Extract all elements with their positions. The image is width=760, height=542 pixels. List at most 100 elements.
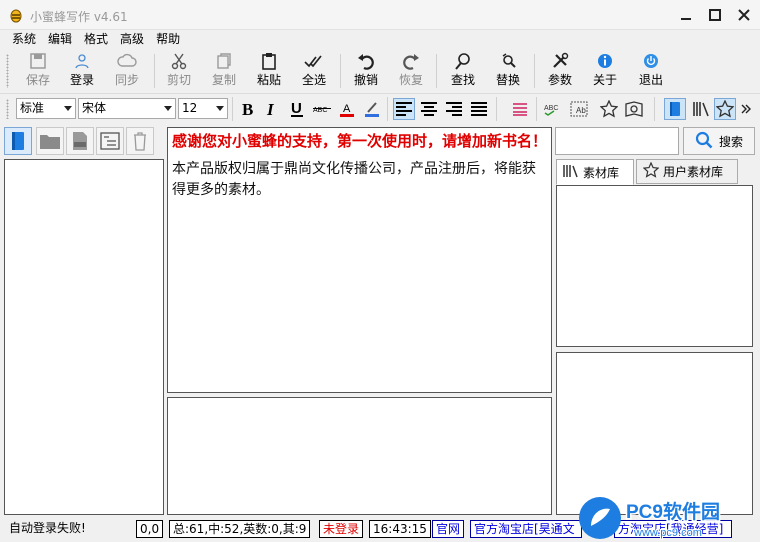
menu-format[interactable]: 格式 bbox=[78, 30, 114, 48]
redo-button[interactable]: 恢复 bbox=[391, 50, 431, 92]
notes-panel[interactable] bbox=[167, 397, 552, 515]
svg-text:I: I bbox=[266, 101, 275, 117]
toolbar-separator bbox=[654, 97, 655, 121]
cut-button[interactable]: 剪切 bbox=[159, 50, 199, 92]
find-label: 查找 bbox=[450, 73, 475, 87]
favorite-star-icon[interactable] bbox=[714, 98, 736, 120]
book-tree-panel[interactable] bbox=[4, 159, 164, 515]
svg-text:U: U bbox=[291, 100, 302, 117]
chevron-down-icon bbox=[212, 99, 227, 118]
toolbar-separator bbox=[534, 54, 535, 88]
material-preview-panel[interactable] bbox=[556, 352, 753, 515]
maximize-button[interactable] bbox=[701, 0, 729, 30]
login-button[interactable]: 登录 bbox=[62, 50, 102, 92]
font-color-button[interactable]: A bbox=[336, 98, 358, 120]
copy-button[interactable]: 复制 bbox=[204, 50, 244, 92]
menu-help[interactable]: 帮助 bbox=[150, 30, 186, 48]
bold-button[interactable]: B bbox=[237, 98, 259, 120]
material-list-panel[interactable] bbox=[556, 185, 753, 347]
text-format-button[interactable]: Ab bbox=[568, 98, 590, 120]
login-status[interactable]: 未登录 bbox=[319, 520, 364, 538]
justify-button[interactable] bbox=[468, 98, 490, 120]
menu-bar: 系统 编辑 格式 高级 帮助 bbox=[0, 30, 760, 48]
redo-label: 恢复 bbox=[398, 73, 423, 87]
toolbar-grip[interactable] bbox=[6, 99, 9, 119]
sync-label: 同步 bbox=[114, 73, 139, 87]
params-button[interactable]: 参数 bbox=[540, 50, 580, 92]
tab-label: 用户素材库 bbox=[663, 165, 724, 179]
book-tools bbox=[4, 127, 164, 157]
tab-user-material-library[interactable]: 用户素材库 bbox=[636, 159, 738, 184]
svg-text:A: A bbox=[343, 103, 351, 115]
trash-icon[interactable] bbox=[126, 127, 154, 155]
style-value: 标准 bbox=[20, 101, 45, 115]
font-size-select[interactable]: 12 bbox=[178, 98, 228, 119]
outline-icon[interactable] bbox=[96, 127, 124, 155]
underline-button[interactable]: U bbox=[286, 98, 308, 120]
about-button[interactable]: 关于 bbox=[585, 50, 625, 92]
overflow-chevron-icon[interactable] bbox=[738, 98, 754, 120]
folder-icon[interactable] bbox=[36, 127, 64, 155]
book-icon[interactable] bbox=[4, 127, 32, 155]
status-message: 自动登录失败! bbox=[9, 521, 86, 535]
blue-book-icon[interactable] bbox=[664, 98, 686, 120]
toolbar-grip[interactable] bbox=[6, 54, 9, 88]
tab-material-library[interactable]: 素材库 bbox=[556, 159, 634, 185]
save-label: 保存 bbox=[25, 73, 50, 87]
save-button[interactable]: 保存 bbox=[18, 50, 58, 92]
align-left-button[interactable] bbox=[393, 98, 415, 120]
exit-button[interactable]: 退出 bbox=[631, 50, 671, 92]
search-input[interactable] bbox=[555, 127, 679, 155]
copy-icon bbox=[204, 50, 244, 72]
search-button[interactable]: 搜索 bbox=[683, 127, 755, 155]
welcome-notice: 感谢您对小蜜蜂的支持，第一次使用时，请增加新书名！ bbox=[172, 132, 548, 150]
window-title: 小蜜蜂写作 v4.61 bbox=[30, 10, 128, 24]
paste-button[interactable]: 粘贴 bbox=[249, 50, 289, 92]
close-button[interactable] bbox=[730, 0, 758, 30]
svg-text:ABC: ABC bbox=[544, 105, 558, 112]
select-all-button[interactable]: 全选 bbox=[294, 50, 334, 92]
clock: 16:43:15 bbox=[369, 520, 431, 538]
find-button[interactable]: 查找 bbox=[443, 50, 483, 92]
format-toolbar: 标准 宋体 12 B I U ABC A ABC Ab bbox=[0, 95, 760, 123]
cursor-position: 0,0 bbox=[136, 520, 164, 538]
highlight-button[interactable] bbox=[361, 98, 383, 120]
style-select[interactable]: 标准 bbox=[16, 98, 76, 119]
replace-button[interactable]: 替换 bbox=[488, 50, 528, 92]
chevron-down-icon bbox=[60, 99, 75, 118]
menu-system[interactable]: 系统 bbox=[6, 30, 42, 48]
select-all-label: 全选 bbox=[301, 73, 326, 87]
clipboard-icon bbox=[249, 50, 289, 72]
search-icon bbox=[695, 131, 713, 152]
align-right-button[interactable] bbox=[443, 98, 465, 120]
main-toolbar: 保存 登录 同步 剪切 复制 粘贴 全选 撤销 恢复 查找 替换 参数 关于 退… bbox=[0, 48, 760, 94]
book-search-icon[interactable] bbox=[623, 98, 645, 120]
italic-button[interactable]: I bbox=[261, 98, 283, 120]
library-icon[interactable] bbox=[690, 98, 712, 120]
editor-panel[interactable]: 感谢您对小蜜蜂的支持，第一次使用时，请增加新书名！ 本产品版权归属于鼎尚文化传播… bbox=[167, 127, 552, 393]
toolbar-separator bbox=[496, 97, 497, 121]
toolbar-separator bbox=[232, 97, 233, 121]
minimize-button[interactable] bbox=[672, 0, 700, 30]
svg-text:B: B bbox=[242, 101, 253, 117]
menu-edit[interactable]: 编辑 bbox=[42, 30, 78, 48]
align-center-button[interactable] bbox=[418, 98, 440, 120]
star-icon[interactable] bbox=[598, 98, 620, 120]
website-link[interactable]: 官网 bbox=[432, 520, 465, 538]
cloud-sync-icon bbox=[107, 50, 147, 72]
font-select[interactable]: 宋体 bbox=[78, 98, 176, 119]
magnifier-icon bbox=[443, 50, 483, 72]
power-icon bbox=[631, 50, 671, 72]
doc-icon[interactable] bbox=[66, 127, 94, 155]
toolbar-separator bbox=[340, 54, 341, 88]
svg-text:www.pc9.com: www.pc9.com bbox=[633, 527, 702, 539]
list-format-button[interactable] bbox=[509, 98, 531, 120]
toolbar-separator bbox=[536, 97, 537, 121]
shop-link[interactable]: 官方淘宝店[昊通文 bbox=[470, 520, 582, 538]
undo-button[interactable]: 撤销 bbox=[346, 50, 386, 92]
strikethrough-button[interactable]: ABC bbox=[311, 98, 333, 120]
library-icon bbox=[563, 164, 579, 181]
menu-advanced[interactable]: 高级 bbox=[114, 30, 150, 48]
spellcheck-button[interactable]: ABC bbox=[542, 98, 564, 120]
sync-button[interactable]: 同步 bbox=[107, 50, 147, 92]
